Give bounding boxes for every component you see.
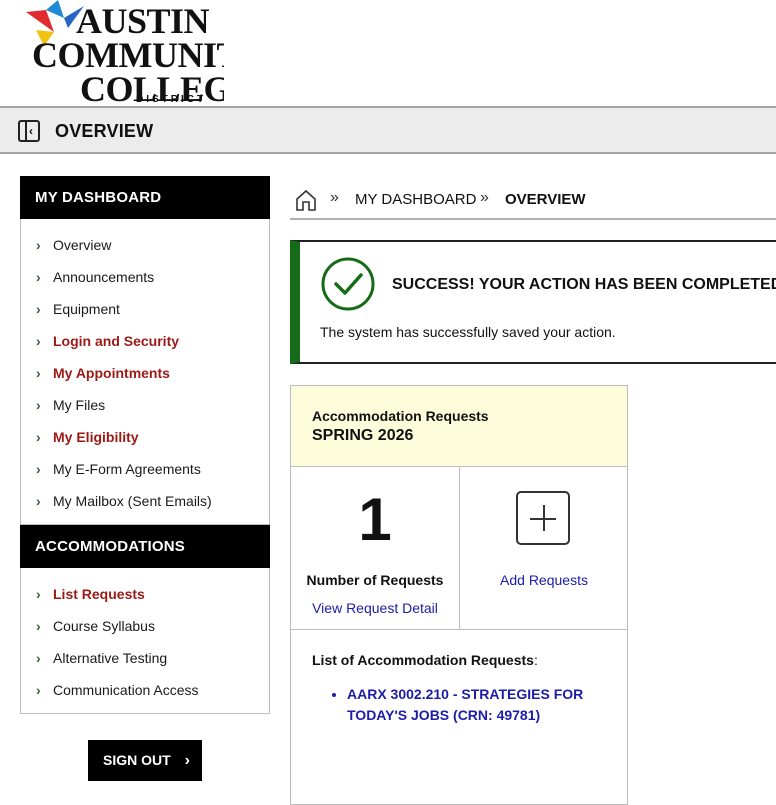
request-count-cell: 1 Number of Requests View Request Detail bbox=[291, 467, 460, 629]
sidebar-toggle-icon[interactable]: ‹ bbox=[18, 120, 40, 142]
add-requests-link[interactable]: Add Requests bbox=[460, 572, 628, 588]
chevron-right-icon: › bbox=[36, 333, 41, 349]
sidebar-item-course-syllabus[interactable]: › Course Syllabus bbox=[21, 610, 269, 642]
sidebar-item-equipment[interactable]: › Equipment bbox=[21, 293, 269, 325]
card-term: SPRING 2026 bbox=[312, 427, 414, 444]
plus-icon[interactable] bbox=[516, 491, 570, 545]
check-circle-icon bbox=[321, 257, 375, 311]
sidebar-item-list-requests[interactable]: › List Requests bbox=[21, 578, 269, 610]
chevron-right-icon: › bbox=[36, 586, 41, 602]
chevron-right-icon: › bbox=[36, 461, 41, 477]
sidebar-dashboard-list: › Overview › Announcements › Equipment › Log… bbox=[20, 219, 270, 525]
chevron-right-icon: › bbox=[36, 493, 41, 509]
chevron-right-icon: › bbox=[36, 237, 41, 253]
chevron-right-icon: › bbox=[36, 429, 41, 445]
logo-text-district: DISTRICT bbox=[136, 94, 207, 105]
page-header-bar: ‹ OVERVIEW bbox=[0, 106, 776, 154]
sidebar-item-login-security[interactable]: › Login and Security bbox=[21, 325, 269, 357]
sidebar-item-overview[interactable]: › Overview bbox=[21, 229, 269, 261]
sidebar-item-communication-access[interactable]: › Communication Access bbox=[21, 674, 269, 706]
sidebar-item-label: Announcements bbox=[53, 269, 155, 285]
request-count: 1 bbox=[358, 486, 392, 553]
sidebar-item-label: My Appointments bbox=[53, 365, 170, 381]
breadcrumb-separator-icon: » bbox=[330, 189, 339, 206]
request-list: AARX 3002.210 - STRATEGIES FOR TODAY'S J… bbox=[312, 684, 607, 726]
chevron-right-icon: › bbox=[36, 618, 41, 634]
chevron-right-icon: › bbox=[36, 397, 41, 413]
alert-title: SUCCESS! YOUR ACTION HAS BEEN COMPLETED bbox=[392, 276, 776, 293]
chevron-right-icon: › bbox=[36, 301, 41, 317]
sign-out-button[interactable]: SIGN OUT › bbox=[88, 740, 202, 781]
sidebar-heading-accommodations: ACCOMMODATIONS bbox=[20, 525, 270, 568]
card-header: Accommodation Requests SPRING 2026 bbox=[291, 386, 627, 467]
sidebar-item-my-eligibility[interactable]: › My Eligibility bbox=[21, 421, 269, 453]
alert-message: The system has successfully saved your a… bbox=[320, 324, 616, 340]
breadcrumb-current: OVERVIEW bbox=[505, 191, 586, 208]
request-list-title: List of Accommodation Requests: bbox=[312, 652, 607, 668]
sidebar-item-announcements[interactable]: › Announcements bbox=[21, 261, 269, 293]
request-list-title-colon: : bbox=[533, 652, 538, 668]
sidebar-item-alternative-testing[interactable]: › Alternative Testing bbox=[21, 642, 269, 674]
card-heading: Accommodation Requests bbox=[312, 408, 489, 424]
college-logo[interactable]: AUSTIN COMMUNITY COLLEGE DISTRICT bbox=[24, 0, 224, 106]
request-list-section: List of Accommodation Requests: AARX 300… bbox=[291, 630, 627, 726]
sidebar-item-label: My Mailbox (Sent Emails) bbox=[53, 493, 212, 509]
sidebar-item-my-files[interactable]: › My Files bbox=[21, 389, 269, 421]
sidebar-accommodations-list: › List Requests › Course Syllabus › Alterna… bbox=[20, 568, 270, 714]
sidebar-item-label: List Requests bbox=[53, 586, 145, 602]
sidebar-item-label: Overview bbox=[53, 237, 112, 253]
add-requests-cell[interactable]: Add Requests bbox=[460, 467, 628, 629]
view-request-detail-link[interactable]: View Request Detail bbox=[291, 600, 459, 616]
chevron-right-icon: › bbox=[36, 650, 41, 666]
page-title: OVERVIEW bbox=[55, 121, 154, 141]
sidebar-item-label: Course Syllabus bbox=[53, 618, 155, 634]
sidebar-item-label: Login and Security bbox=[53, 333, 180, 349]
sidebar-item-label: My E-Form Agreements bbox=[53, 461, 201, 477]
breadcrumb: » MY DASHBOARD » OVERVIEW bbox=[290, 184, 776, 220]
card-stats-row: 1 Number of Requests View Request Detail… bbox=[291, 467, 627, 630]
sidebar-item-label: Equipment bbox=[53, 301, 120, 317]
sidebar-item-label: Communication Access bbox=[53, 682, 199, 698]
home-icon[interactable] bbox=[294, 188, 318, 212]
accommodation-requests-card: Accommodation Requests SPRING 2026 1 Num… bbox=[290, 385, 628, 805]
sidebar-item-my-appointments[interactable]: › My Appointments bbox=[21, 357, 269, 389]
request-list-title-text: List of Accommodation Requests bbox=[312, 652, 534, 668]
sidebar: MY DASHBOARD › Overview › Announcements › E… bbox=[20, 176, 270, 714]
sidebar-item-label: My Files bbox=[53, 397, 106, 413]
sidebar-item-my-mailbox[interactable]: › My Mailbox (Sent Emails) bbox=[21, 485, 269, 517]
chevron-right-icon: › bbox=[36, 269, 41, 285]
sidebar-heading-dashboard: MY DASHBOARD bbox=[20, 176, 270, 219]
request-list-item[interactable]: AARX 3002.210 - STRATEGIES FOR TODAY'S J… bbox=[347, 684, 607, 726]
breadcrumb-separator-icon: » bbox=[480, 189, 489, 206]
chevron-right-icon: › bbox=[184, 752, 190, 769]
chevron-right-icon: › bbox=[36, 682, 41, 698]
sidebar-item-eform-agreements[interactable]: › My E-Form Agreements bbox=[21, 453, 269, 485]
chevron-right-icon: › bbox=[36, 365, 41, 381]
sidebar-item-label: Alternative Testing bbox=[53, 650, 168, 666]
sign-out-label: SIGN OUT bbox=[103, 752, 171, 768]
request-count-label: Number of Requests bbox=[306, 572, 444, 588]
success-alert: SUCCESS! YOUR ACTION HAS BEEN COMPLETED … bbox=[290, 240, 776, 364]
sidebar-item-label: My Eligibility bbox=[53, 429, 139, 445]
breadcrumb-dashboard-link[interactable]: MY DASHBOARD bbox=[355, 191, 476, 208]
